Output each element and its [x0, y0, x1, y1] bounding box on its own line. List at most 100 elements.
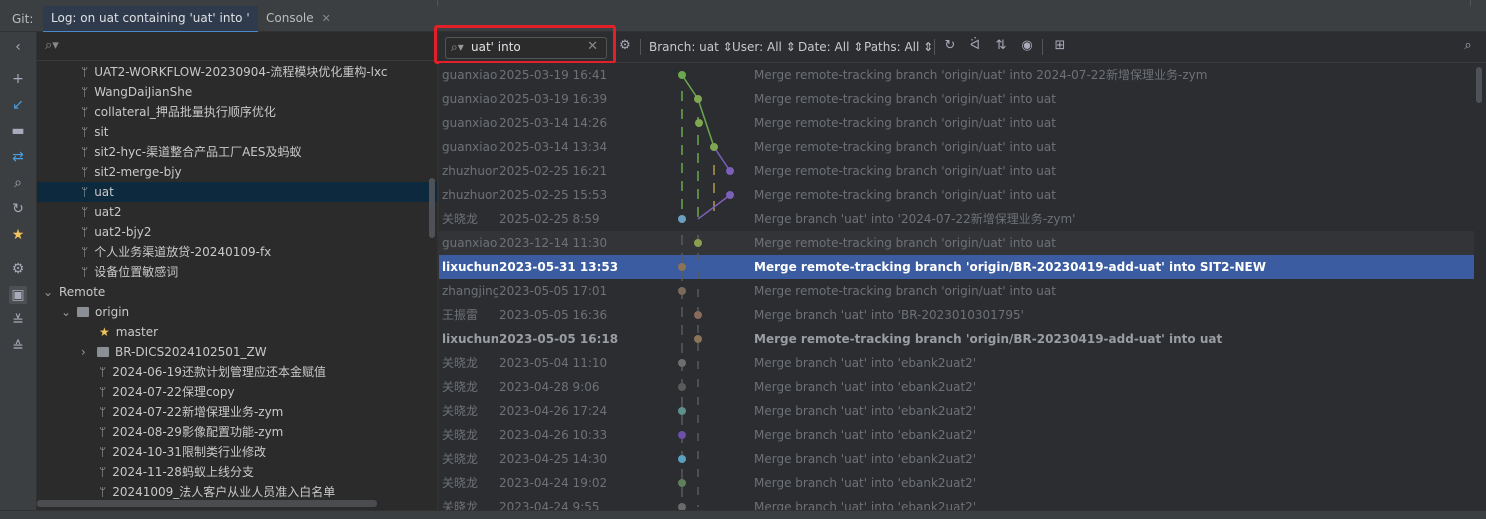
- paths-filter[interactable]: Paths: All ⇕: [864, 40, 933, 54]
- tree-remote-branch-item[interactable]: ᛘ 20241009_法人客户从业人员准入白名单: [37, 482, 437, 502]
- group-by-directory-icon[interactable]: ▣: [9, 286, 27, 304]
- tree-branch-item[interactable]: ᛘ uat2-bjy2: [37, 222, 437, 242]
- add-icon[interactable]: +: [9, 70, 27, 88]
- commit-row[interactable]: 关晓龙 2023-05-04 11:10 Merge branch 'uat' in…: [439, 351, 1474, 375]
- commit-dot: [678, 71, 686, 79]
- tree-remote-branch-item[interactable]: ★ master: [37, 322, 437, 342]
- commit-date: 2025-03-19 16:39: [499, 92, 608, 106]
- tree-branch-item[interactable]: ᛘ UAT2-WORKFLOW-20230904-流程模块优化重构-lxc: [37, 62, 437, 82]
- user-filter[interactable]: User: All ⇕: [732, 40, 796, 54]
- commit-message: Merge remote-tracking branch 'origin/uat…: [754, 236, 1056, 250]
- tab-log[interactable]: Log: on uat containing 'uat' into ': [43, 6, 258, 33]
- search-icon[interactable]: ⌕: [9, 174, 27, 192]
- commit-row[interactable]: 关晓龙 2023-04-26 10:33 Merge branch 'uat' in…: [439, 423, 1474, 447]
- cherry-pick-icon[interactable]: ᐛ: [967, 38, 983, 54]
- tree-scrollbar[interactable]: [429, 178, 435, 238]
- commit-date: 2025-03-19 16:41: [499, 68, 608, 82]
- commit-dot: [694, 95, 702, 103]
- compare-icon[interactable]: ⇄: [9, 148, 27, 166]
- commit-row[interactable]: zhuzhuon 2025-02-25 16:21 Merge remote-tra…: [439, 159, 1474, 183]
- tree-remote-branch-item[interactable]: ᛘ 2024-07-22新增保理业务-zym: [37, 402, 437, 422]
- commit-author: 关晓龙: [442, 356, 479, 370]
- commit-message: Merge branch 'uat' into 'ebank2uat2': [754, 452, 977, 466]
- favorite-star-icon[interactable]: ★: [9, 226, 27, 244]
- tree-branch-item[interactable]: ᛘ 个人业务渠道放贷-20240109-fx: [37, 242, 437, 262]
- commit-row[interactable]: 关晓龙 2025-02-25 8:59 Merge branch 'uat' int…: [439, 207, 1474, 231]
- tree-remote-branch-item[interactable]: › BR-DICS2024102501_ZW: [37, 342, 437, 362]
- left-toolbar: ‹ + ↙ ▬ ⇄ ⌕ ↻ ★ ⚙ ▣ ≚ ≙: [0, 32, 37, 510]
- tree-branch-item[interactable]: ᛘ WangDaiJianShe: [37, 82, 437, 102]
- tree-remote-branch-item[interactable]: ᛘ 2024-10-31限制类行业修改: [37, 442, 437, 462]
- commit-date: 2025-03-14 14:26: [499, 116, 608, 130]
- commit-row[interactable]: zhangjing 2023-05-05 17:01 Merge remote-tr…: [439, 279, 1474, 303]
- commit-row[interactable]: lixuchun 2023-05-31 13:53 Merge remote-tra…: [439, 255, 1474, 279]
- graph-edge: [713, 146, 731, 172]
- tree-origin-node[interactable]: ⌄ origin: [37, 302, 437, 322]
- tree-branch-item[interactable]: ᛘ sit2-hyc-渠道整合产品工厂AES及蚂蚁: [37, 142, 437, 162]
- commit-date: 2025-02-25 8:59: [499, 212, 600, 226]
- tree-remote-branch-item[interactable]: ᛘ 2024-08-29影像配置功能-zym: [37, 422, 437, 442]
- tree-branch-item[interactable]: ᛘ uat: [37, 182, 437, 202]
- commit-dot: [710, 143, 718, 151]
- tree-branch-item[interactable]: ᛘ sit: [37, 122, 437, 142]
- tree-horizontal-scrollbar[interactable]: [37, 500, 437, 508]
- date-filter[interactable]: Date: All ⇕: [798, 40, 863, 54]
- branch-filter[interactable]: Branch: uat ⇕: [649, 40, 733, 54]
- branch-label: UAT2-WORKFLOW-20230904-流程模块优化重构-lxc: [94, 65, 388, 79]
- tree-branch-item[interactable]: ᛘ sit2-merge-bjy: [37, 162, 437, 182]
- commit-row[interactable]: 关晓龙 2023-04-25 14:30 Merge branch 'uat' in…: [439, 447, 1474, 471]
- commit-dot: [678, 359, 686, 367]
- chevron-left-icon[interactable]: ‹: [9, 38, 27, 56]
- fetch-icon[interactable]: ↻: [9, 200, 27, 218]
- new-tab-icon[interactable]: ⊞: [1052, 38, 1068, 54]
- tree-branch-item[interactable]: ᛘ collateral_押品批量执行顺序优化: [37, 102, 437, 122]
- sort-icon[interactable]: ⇅: [993, 38, 1009, 54]
- eye-icon[interactable]: ◉: [1019, 38, 1035, 54]
- log-scrollbar[interactable]: [1474, 63, 1486, 510]
- commit-row[interactable]: guanxiao 2025-03-19 16:41 Merge remote-tra…: [439, 63, 1474, 87]
- commit-author: guanxiao: [442, 116, 498, 130]
- commit-row[interactable]: 关晓龙 2023-04-24 19:02 Merge branch 'uat' in…: [439, 471, 1474, 495]
- commit-row[interactable]: guanxiao 2023-12-14 11:30 Merge remote-tra…: [439, 231, 1474, 255]
- commit-message: Merge remote-tracking branch 'origin/uat…: [754, 92, 1056, 106]
- commit-date: 2023-05-05 17:01: [499, 284, 608, 298]
- branch-icon: ᛘ: [81, 165, 89, 179]
- commit-dot: [726, 191, 734, 199]
- commit-row[interactable]: 关晓龙 2023-04-26 17:24 Merge branch 'uat' in…: [439, 399, 1474, 423]
- tree-remote-branch-item[interactable]: ᛘ 2024-06-19还款计划管理应还本金赋值: [37, 362, 437, 382]
- checkout-arrow-icon[interactable]: ↙: [9, 96, 27, 114]
- origin-label: origin: [95, 305, 130, 319]
- collapse-all-icon[interactable]: ≙: [9, 338, 27, 356]
- commit-row[interactable]: lixuchun 2023-05-05 16:18 Merge remote-tra…: [439, 327, 1474, 351]
- commit-message: Merge branch 'uat' into 'BR-202301030179…: [754, 308, 1024, 322]
- search-icon[interactable]: ⌕: [1460, 38, 1476, 54]
- expand-all-icon[interactable]: ≚: [9, 312, 27, 330]
- commit-row[interactable]: zhuzhuon 2025-02-25 15:53 Merge remote-tra…: [439, 183, 1474, 207]
- commit-author: guanxiao: [442, 92, 498, 106]
- commit-message: Merge branch 'uat' into '2024-07-22新增保理业…: [754, 212, 1076, 226]
- commit-row[interactable]: 关晓龙 2023-04-24 9:55 Merge branch 'uat' int…: [439, 495, 1474, 510]
- commit-row[interactable]: guanxiao 2025-03-14 13:34 Merge remote-tra…: [439, 135, 1474, 159]
- branch-label: master: [115, 325, 159, 339]
- tree-remote-branch-item[interactable]: ᛘ 2024-07-22保理copy: [37, 382, 437, 402]
- commit-row[interactable]: guanxiao 2025-03-14 14:26 Merge remote-tra…: [439, 111, 1474, 135]
- close-icon[interactable]: ✕: [322, 12, 331, 25]
- commit-dot: [678, 263, 686, 271]
- refresh-icon[interactable]: ↻: [942, 38, 958, 54]
- branch-label: 2024-10-31限制类行业修改: [112, 445, 266, 459]
- tree-remote-node[interactable]: ⌄ Remote: [37, 282, 437, 302]
- tree-branch-item[interactable]: ᛘ uat2: [37, 202, 437, 222]
- tree-branch-item[interactable]: ᛘ 设备位置敏感词: [37, 262, 437, 282]
- branch-search-field[interactable]: ⌕▾: [37, 32, 437, 61]
- commit-row[interactable]: 关晓龙 2023-04-28 9:06 Merge branch 'uat' int…: [439, 375, 1474, 399]
- branch-icon: ᛘ: [99, 485, 107, 499]
- settings-icon[interactable]: ⚙: [617, 38, 633, 54]
- commit-row[interactable]: 王振雷 2023-05-05 16:36 Merge branch 'uat' in…: [439, 303, 1474, 327]
- gear-icon[interactable]: ⚙: [9, 260, 27, 278]
- search-icon: ⌕▾: [45, 38, 59, 53]
- tree-remote-branch-item[interactable]: ᛘ 2024-11-28蚂蚁上线分支: [37, 462, 437, 482]
- branch-icon: ᛘ: [99, 465, 107, 479]
- tab-console[interactable]: Console ✕: [258, 6, 339, 31]
- commit-row[interactable]: guanxiao 2025-03-19 16:39 Merge remote-tra…: [439, 87, 1474, 111]
- trash-icon[interactable]: ▬: [9, 122, 27, 140]
